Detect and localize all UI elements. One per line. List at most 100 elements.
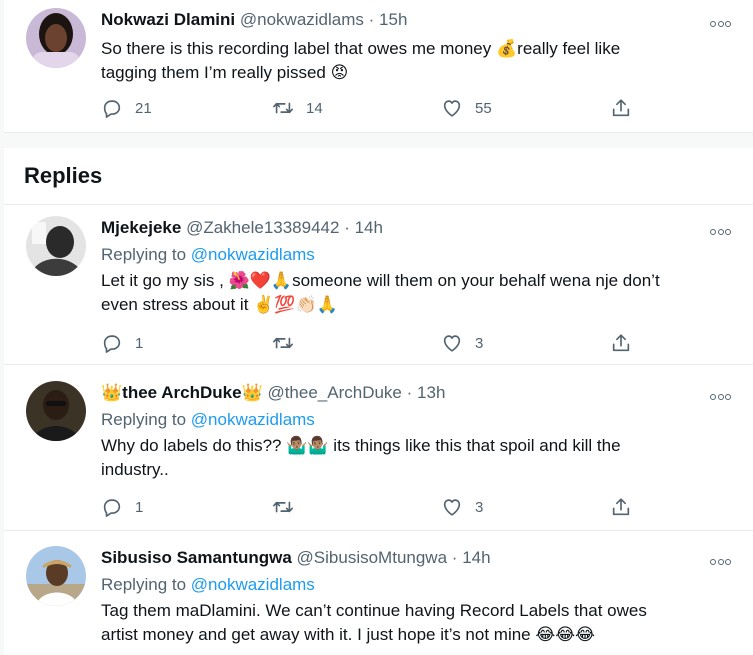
tweet-text-line: its things like this that spoil and kill… bbox=[328, 436, 621, 455]
replying-to-label: Replying to bbox=[101, 410, 191, 429]
timestamp[interactable]: 13h bbox=[417, 383, 445, 402]
timestamp[interactable]: 14h bbox=[355, 218, 383, 237]
replying-to-label: Replying to bbox=[101, 575, 191, 594]
tweet-header: 👑thee ArchDuke👑 @thee_ArchDuke · 13h bbox=[101, 383, 445, 403]
tweet-text-line: So there is this recording label that ow… bbox=[101, 39, 496, 58]
tweet-text-line: industry.. bbox=[101, 460, 169, 479]
reply-count: 1 bbox=[135, 334, 144, 352]
user-handle[interactable]: @SibusisoMtungwa bbox=[297, 548, 448, 567]
money-bag-emoji: 💰 bbox=[495, 39, 518, 58]
like-count: 3 bbox=[475, 334, 484, 352]
replying-to-handle[interactable]: @nokwazidlams bbox=[191, 575, 315, 594]
tweet-text-line: Tag them maDlamini. We can’t continue ha… bbox=[101, 601, 647, 620]
victory-hundred-clap-pray-emoji: ✌️💯👏🏻🙏 bbox=[253, 295, 338, 314]
replying-to: Replying to @nokwazidlams bbox=[101, 575, 315, 595]
like-count: 55 bbox=[475, 99, 492, 117]
more-dots-icon[interactable] bbox=[709, 552, 731, 570]
retweet-button[interactable] bbox=[272, 496, 294, 518]
tweet-text: Why do labels do this?? 🤷🏽‍♂️🤷🏽‍♂️ its t… bbox=[101, 434, 741, 482]
like-button[interactable]: 3 bbox=[441, 332, 483, 354]
more-dots-icon[interactable] bbox=[709, 222, 731, 240]
user-handle[interactable]: @nokwazidlams bbox=[240, 10, 364, 29]
tweet-text: So there is this recording label that ow… bbox=[101, 37, 741, 85]
crown-emoji: 👑 bbox=[241, 383, 263, 402]
timestamp[interactable]: 15h bbox=[379, 10, 407, 29]
share-button[interactable] bbox=[610, 97, 632, 119]
like-button[interactable]: 3 bbox=[441, 496, 483, 518]
shrug-emoji: 🤷🏽‍♂️🤷🏽‍♂️ bbox=[286, 436, 329, 455]
reply-tweet[interactable]: Mjekejeke @Zakhele13389442 · 14h Replyin… bbox=[4, 205, 753, 365]
like-count: 3 bbox=[475, 498, 484, 516]
share-icon bbox=[612, 334, 630, 352]
user-handle[interactable]: @Zakhele13389442 bbox=[186, 218, 339, 237]
tweet-text-line: tagging them I’m really pissed bbox=[101, 63, 331, 82]
separator-dot: · bbox=[344, 218, 350, 237]
display-name[interactable]: Mjekejeke bbox=[101, 218, 181, 237]
tweet-text: Let it go my sis , 🌺❤️🙏someone will them… bbox=[101, 269, 741, 317]
tweet-header: Nokwazi Dlamini @nokwazidlams · 15h bbox=[101, 10, 407, 30]
retweet-icon bbox=[273, 337, 293, 349]
retweet-button[interactable] bbox=[272, 332, 294, 354]
tweet-text: Tag them maDlamini. We can’t continue ha… bbox=[101, 599, 741, 647]
display-name[interactable]: Nokwazi Dlamini bbox=[101, 10, 235, 29]
tweet-text-line: Why do labels do this?? bbox=[101, 436, 287, 455]
replying-to-handle[interactable]: @nokwazidlams bbox=[191, 410, 315, 429]
share-icon bbox=[612, 99, 630, 117]
tears-of-joy-emoji: 😂😂😂 bbox=[535, 625, 595, 644]
share-icon bbox=[612, 498, 630, 516]
tweet-text-line: really feel like bbox=[517, 39, 621, 58]
angry-face-emoji: 😡 bbox=[330, 63, 349, 82]
tweet-text-line: someone will them on your behalf wena nj… bbox=[292, 271, 660, 290]
heart-icon bbox=[443, 499, 461, 516]
reply-tweet[interactable]: 👑thee ArchDuke👑 @thee_ArchDuke · 13h Rep… bbox=[4, 365, 753, 531]
reply-button[interactable]: 21 bbox=[101, 97, 152, 119]
more-dots-icon[interactable] bbox=[709, 14, 731, 32]
separator-dot: · bbox=[451, 548, 458, 567]
tweet-actions: 21 14 55 bbox=[101, 97, 641, 121]
tweet-header: Mjekejeke @Zakhele13389442 · 14h bbox=[101, 218, 383, 238]
avatar[interactable] bbox=[26, 381, 86, 441]
tweet-actions: 1 3 bbox=[101, 332, 641, 356]
flower-heart-pray-emoji: 🌺❤️🙏 bbox=[228, 271, 293, 290]
heart-icon bbox=[443, 100, 461, 117]
retweet-icon bbox=[273, 102, 293, 114]
separator-dot: · bbox=[406, 383, 413, 402]
tweet-text-line: Let it go my sis , bbox=[101, 271, 229, 290]
avatar[interactable] bbox=[26, 546, 86, 606]
reply-button[interactable]: 1 bbox=[101, 496, 143, 518]
avatar[interactable] bbox=[26, 216, 86, 276]
retweet-count: 14 bbox=[306, 99, 323, 117]
display-name[interactable]: Sibusiso Samantungwa bbox=[101, 548, 292, 567]
avatar[interactable] bbox=[26, 8, 86, 68]
reply-button[interactable]: 1 bbox=[101, 332, 143, 354]
tweet-text-line: even stress about it bbox=[101, 295, 254, 314]
display-name[interactable]: thee ArchDuke bbox=[122, 383, 241, 402]
reply-bubble-icon bbox=[103, 499, 121, 517]
tweet-actions: 1 3 bbox=[101, 496, 641, 520]
reply-bubble-icon bbox=[103, 100, 121, 118]
share-button[interactable] bbox=[610, 496, 632, 518]
reply-tweet[interactable]: Sibusiso Samantungwa @SibusisoMtungwa · … bbox=[4, 531, 753, 655]
replying-to: Replying to @nokwazidlams bbox=[101, 245, 315, 265]
replying-to: Replying to @nokwazidlams bbox=[101, 410, 315, 430]
heart-icon bbox=[443, 335, 461, 352]
replies-heading: Replies bbox=[24, 163, 103, 188]
share-button[interactable] bbox=[610, 332, 632, 354]
reply-count: 21 bbox=[135, 99, 152, 117]
replying-to-handle[interactable]: @nokwazidlams bbox=[191, 245, 315, 264]
tweet-text-line: artist money and get away with it. I jus… bbox=[101, 625, 536, 644]
main-tweet[interactable]: Nokwazi Dlamini @nokwazidlams · 15h So t… bbox=[4, 0, 753, 133]
timestamp[interactable]: 14h bbox=[462, 548, 490, 567]
reply-count: 1 bbox=[135, 498, 144, 516]
retweet-icon bbox=[273, 501, 293, 513]
separator-dot: · bbox=[368, 10, 375, 29]
more-dots-icon[interactable] bbox=[709, 387, 731, 405]
user-handle[interactable]: @thee_ArchDuke bbox=[267, 383, 401, 402]
replying-to-label: Replying to bbox=[101, 245, 191, 264]
replies-section-header: Replies bbox=[4, 148, 753, 205]
crown-emoji: 👑 bbox=[101, 383, 123, 402]
tweet-header: Sibusiso Samantungwa @SibusisoMtungwa · … bbox=[101, 548, 491, 568]
like-button[interactable]: 55 bbox=[441, 97, 492, 119]
reply-bubble-icon bbox=[103, 335, 121, 353]
retweet-button[interactable]: 14 bbox=[272, 97, 323, 119]
